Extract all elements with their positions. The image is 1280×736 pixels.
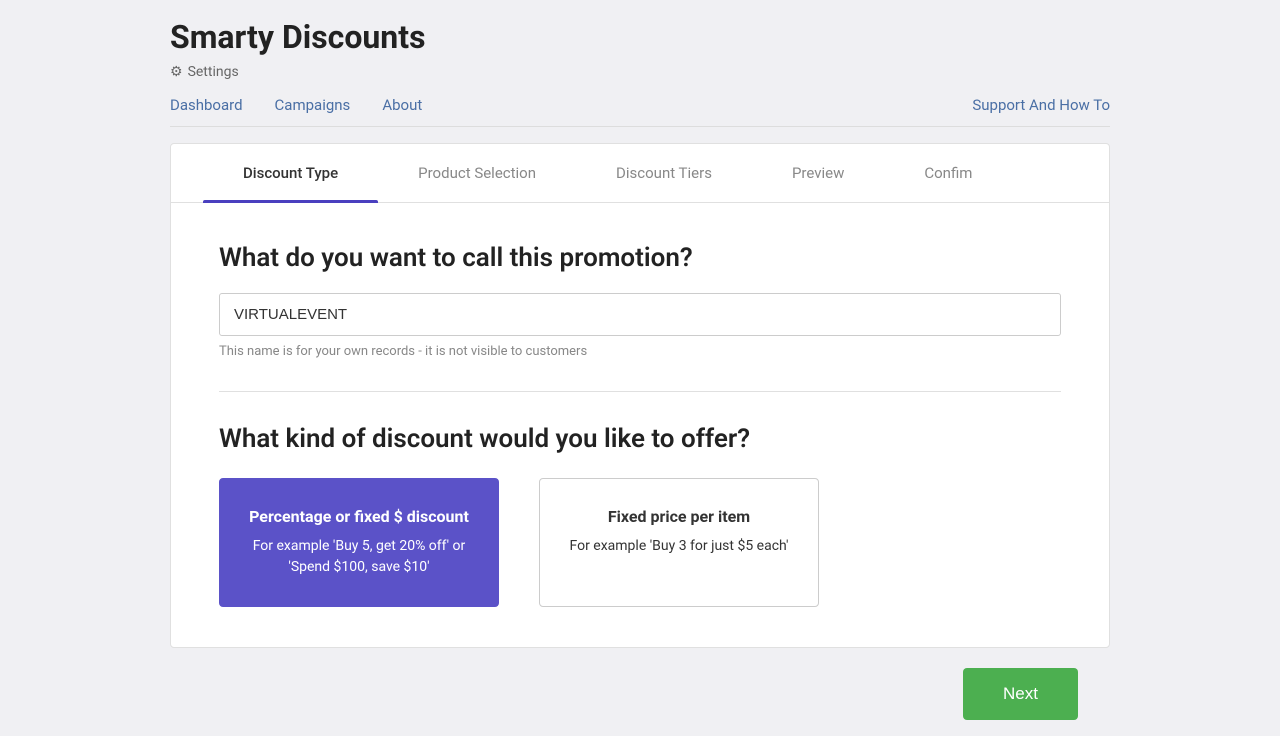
card-body: What do you want to call this promotion?… [171,203,1109,647]
discount-option-fixed-price-desc: For example 'Buy 3 for just $5 each' [564,536,794,557]
wizard-tabs: Discount Type Product Selection Discount… [171,144,1109,203]
promo-question: What do you want to call this promotion? [219,243,1061,273]
discount-question: What kind of discount would you like to … [219,424,1061,454]
nav-support[interactable]: Support And How To [972,96,1110,126]
promo-name-input[interactable] [219,293,1061,336]
discount-option-percentage-desc: For example 'Buy 5, get 20% off' or 'Spe… [244,536,474,578]
settings-label: Settings [188,64,239,80]
tab-discount-tiers[interactable]: Discount Tiers [576,144,752,202]
section-divider [219,391,1061,392]
discount-options: Percentage or fixed $ discount For examp… [219,478,1061,607]
nav-dashboard[interactable]: Dashboard [170,96,243,126]
next-button[interactable]: Next [963,668,1078,720]
tab-confirm[interactable]: Confim [884,144,1012,202]
app-title: Smarty Discounts [170,18,1110,56]
tab-discount-type[interactable]: Discount Type [203,144,378,202]
nav-bar: Dashboard Campaigns About Support And Ho… [170,96,1110,127]
tab-product-selection[interactable]: Product Selection [378,144,576,202]
discount-option-percentage[interactable]: Percentage or fixed $ discount For examp… [219,478,499,607]
nav-about[interactable]: About [382,96,422,126]
tab-preview[interactable]: Preview [752,144,884,202]
discount-option-fixed-price[interactable]: Fixed price per item For example 'Buy 3 … [539,478,819,607]
promo-hint: This name is for your own records - it i… [219,344,1061,359]
discount-option-percentage-title: Percentage or fixed $ discount [244,507,474,526]
nav-campaigns[interactable]: Campaigns [275,96,351,126]
nav-links: Dashboard Campaigns About [170,96,422,126]
footer-row: Next [170,652,1110,736]
settings-link[interactable]: ⚙ Settings [170,64,1110,80]
main-card: Discount Type Product Selection Discount… [170,143,1110,648]
gear-icon: ⚙ [170,64,183,80]
discount-option-fixed-price-title: Fixed price per item [564,507,794,526]
